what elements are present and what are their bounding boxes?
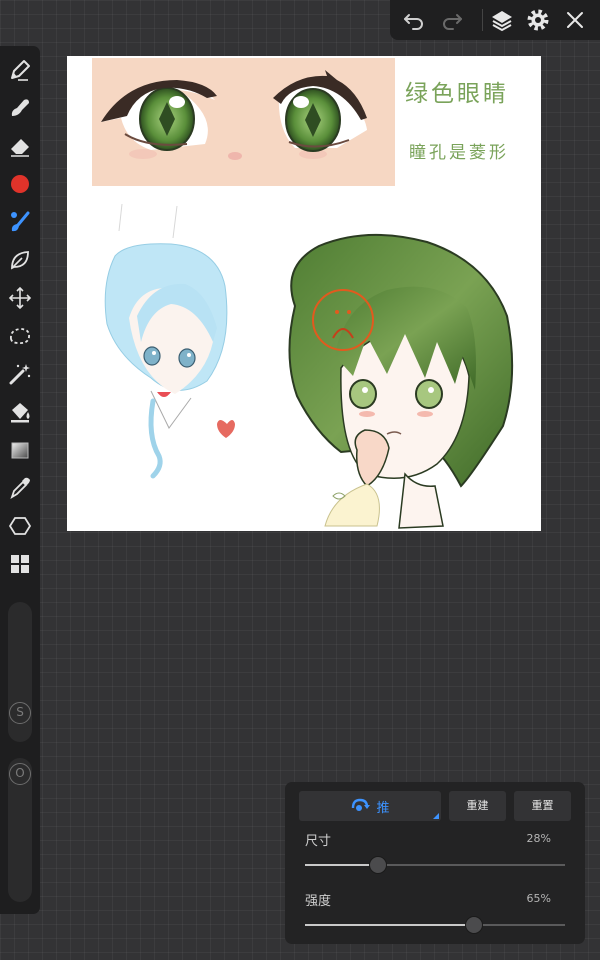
artwork xyxy=(92,58,514,529)
strength-slider[interactable] xyxy=(305,916,565,934)
magic-wand-icon[interactable] xyxy=(6,360,34,388)
size-slider[interactable] xyxy=(305,856,565,874)
size-slider-knob[interactable] xyxy=(368,856,387,874)
fill-bucket-icon[interactable] xyxy=(6,398,34,426)
push-icon xyxy=(352,798,371,811)
smudge-icon[interactable] xyxy=(6,94,34,122)
strength-value: 65% xyxy=(526,892,551,905)
brush-size-knob[interactable]: S xyxy=(9,702,31,724)
canvas-subtitle-text: 瞳孔是菱形 xyxy=(409,143,509,163)
eraser-icon[interactable] xyxy=(6,132,34,160)
liquify-panel: 推 重建 重置 尺寸 28% 强度 65% xyxy=(285,782,585,944)
top-bar-divider xyxy=(482,9,483,31)
redo-icon[interactable] xyxy=(438,6,466,34)
selection-icon[interactable] xyxy=(6,322,34,350)
canvas-title-text: 绿色眼睛 xyxy=(405,81,509,107)
close-icon[interactable] xyxy=(561,6,589,34)
rebuild-button[interactable]: 重建 xyxy=(449,791,506,821)
move-icon[interactable] xyxy=(6,284,34,312)
pencil-icon[interactable] xyxy=(6,56,34,84)
brush-icon[interactable] xyxy=(6,208,34,236)
size-value: 28% xyxy=(526,832,551,845)
eyedropper-icon[interactable] xyxy=(6,474,34,502)
top-bar xyxy=(390,0,600,40)
size-label: 尺寸 xyxy=(305,834,332,849)
reset-button[interactable]: 重置 xyxy=(514,791,571,821)
layers-icon[interactable] xyxy=(488,6,516,34)
shape-hexagon-icon[interactable] xyxy=(6,512,34,540)
strength-label: 强度 xyxy=(305,894,332,909)
dropdown-corner-icon xyxy=(433,813,439,819)
settings-icon[interactable] xyxy=(524,6,552,34)
lasso-leaf-icon[interactable] xyxy=(6,246,34,274)
grid-icon[interactable] xyxy=(6,550,34,578)
size-slider-fill xyxy=(305,864,378,866)
drawing-canvas[interactable]: 绿色眼睛 瞳孔是菱形 xyxy=(67,56,541,531)
strength-slider-knob[interactable] xyxy=(465,916,483,934)
color-swatch[interactable] xyxy=(6,170,34,198)
tool-sidebar: S O xyxy=(0,46,40,914)
opacity-knob[interactable]: O xyxy=(9,763,31,785)
strength-slider-fill xyxy=(305,924,474,926)
mode-dropdown[interactable]: 推 xyxy=(299,791,441,821)
mode-label: 推 xyxy=(376,800,390,816)
gradient-icon[interactable] xyxy=(6,436,34,464)
undo-icon[interactable] xyxy=(400,6,428,34)
